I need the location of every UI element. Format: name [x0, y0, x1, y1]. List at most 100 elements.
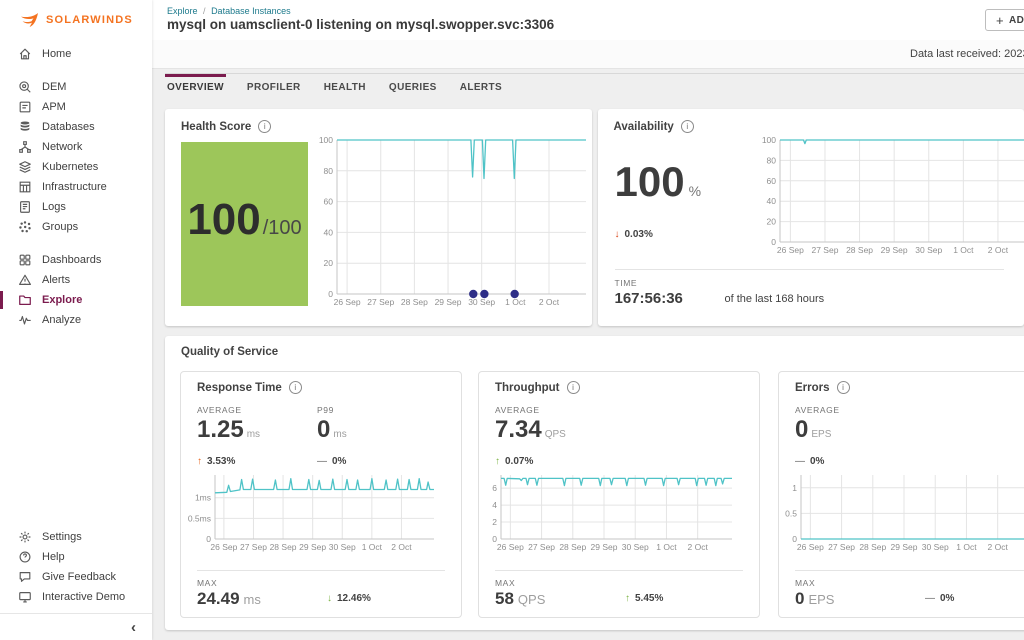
errors-max-change: — 0%	[925, 593, 954, 604]
add-data-button-label: ADD D	[1009, 15, 1024, 26]
response-time-card: Response Time i AVERAGE P99 1.25 ms 0 ms…	[180, 371, 462, 618]
svg-text:100: 100	[761, 135, 775, 145]
info-icon[interactable]: i	[258, 120, 271, 133]
sidebar-item-give-feedback[interactable]: Give Feedback	[0, 567, 152, 587]
sidebar-item-dem[interactable]: DEM	[0, 77, 152, 97]
sidebar-item-network[interactable]: Network	[0, 137, 152, 157]
sidebar-group-utility: Settings Help Give Feedback Interactive …	[0, 527, 152, 607]
info-icon[interactable]: i	[837, 381, 850, 394]
svg-text:27 Sep: 27 Sep	[811, 245, 838, 255]
tab-overview[interactable]: OVERVIEW	[165, 74, 226, 99]
info-icon[interactable]: i	[289, 381, 302, 394]
sidebar-item-help[interactable]: Help	[0, 547, 152, 567]
health-score-card: Health Score i 100 /100 02040608010026 S…	[165, 109, 592, 326]
svg-text:28 Sep: 28 Sep	[270, 542, 297, 552]
sidebar-item-dashboards[interactable]: Dashboards	[0, 250, 152, 270]
help-icon	[18, 550, 32, 564]
svg-text:26 Sep: 26 Sep	[497, 542, 524, 552]
down-arrow-icon: ↓	[327, 593, 332, 604]
add-data-button[interactable]: + ADD D	[985, 9, 1024, 31]
solarwinds-logo[interactable]: SOLARWINDS	[0, 0, 152, 40]
svg-text:28 Sep: 28 Sep	[846, 245, 873, 255]
monitor-icon	[18, 590, 32, 604]
sidebar-item-apm[interactable]: APM	[0, 97, 152, 117]
response-time-average-value: 1.25 ms	[197, 417, 260, 443]
divider	[495, 570, 743, 571]
errors-max-value: 0 EPS	[795, 589, 834, 609]
solarwinds-wordmark: SOLARWINDS	[46, 14, 133, 26]
breadcrumb-link-explore[interactable]: Explore	[167, 6, 198, 16]
svg-text:1ms: 1ms	[195, 493, 211, 503]
sidebar: SOLARWINDS Home DEM APM	[0, 0, 152, 640]
svg-text:6: 6	[492, 483, 497, 493]
gear-icon	[18, 530, 32, 544]
sidebar-item-alerts[interactable]: Alerts	[0, 270, 152, 290]
response-time-p99-value: 0 ms	[317, 417, 347, 443]
info-icon[interactable]: i	[567, 381, 580, 394]
sidebar-item-settings[interactable]: Settings	[0, 527, 152, 547]
svg-text:27 Sep: 27 Sep	[828, 542, 855, 552]
sidebar-item-label: Interactive Demo	[42, 591, 125, 603]
info-icon[interactable]: i	[681, 120, 694, 133]
health-score-badge: 100 /100	[181, 142, 308, 306]
errors-card: Errors i AVERAGE 0 EPS — 0% 00.5126 Sep2…	[778, 371, 1024, 618]
svg-text:0: 0	[771, 237, 776, 247]
response-time-p99-change: — 0%	[317, 456, 346, 467]
divider	[197, 570, 445, 571]
average-label: AVERAGE	[495, 405, 540, 415]
tab-profiler[interactable]: PROFILER	[245, 74, 303, 99]
tab-alerts[interactable]: ALERTS	[458, 74, 504, 99]
breadcrumb-link-database-instances[interactable]: Database Instances	[211, 6, 291, 16]
errors-average-value: 0 EPS	[795, 417, 831, 443]
time-label: TIME	[615, 278, 638, 288]
sidebar-item-kubernetes[interactable]: Kubernetes	[0, 157, 152, 177]
dem-icon	[18, 80, 32, 94]
average-label: AVERAGE	[795, 405, 840, 415]
database-icon	[18, 120, 32, 134]
sidebar-item-interactive-demo[interactable]: Interactive Demo	[0, 587, 152, 607]
svg-text:80: 80	[324, 166, 334, 176]
sidebar-item-label: Explore	[42, 294, 82, 306]
sidebar-group-monitoring: DEM APM Databases Network	[0, 77, 152, 237]
sidebar-item-label: DEM	[42, 81, 66, 93]
sidebar-group-views: Dashboards Alerts Explore Analyze	[0, 250, 152, 330]
analyze-pulse-icon	[18, 313, 32, 327]
svg-text:27 Sep: 27 Sep	[240, 542, 267, 552]
divider	[795, 570, 1024, 571]
svg-text:1 Oct: 1 Oct	[656, 542, 677, 552]
sidebar-item-label: Network	[42, 141, 82, 153]
sidebar-item-databases[interactable]: Databases	[0, 117, 152, 137]
sidebar-item-label: Home	[42, 48, 71, 60]
max-label: MAX	[495, 578, 515, 588]
sidebar-collapse-chevron-icon[interactable]: ‹	[131, 620, 136, 635]
errors-chart: 00.5126 Sep27 Sep28 Sep29 Sep30 Sep1 Oct…	[785, 470, 1024, 554]
tab-queries[interactable]: QUERIES	[387, 74, 439, 99]
availability-chart: 02040608010026 Sep27 Sep28 Sep29 Sep30 S…	[754, 135, 1024, 257]
sidebar-item-label: APM	[42, 101, 66, 113]
sidebar-item-explore[interactable]: Explore	[0, 290, 152, 310]
sidebar-item-infrastructure[interactable]: Infrastructure	[0, 177, 152, 197]
throughput-chart: 024626 Sep27 Sep28 Sep29 Sep30 Sep1 Oct2…	[485, 470, 735, 554]
up-arrow-icon: ↑	[625, 593, 630, 604]
sidebar-item-analyze[interactable]: Analyze	[0, 310, 152, 330]
sidebar-item-logs[interactable]: Logs	[0, 197, 152, 217]
average-label: AVERAGE	[197, 405, 242, 415]
svg-text:4: 4	[492, 500, 497, 510]
svg-text:28 Sep: 28 Sep	[859, 542, 886, 552]
max-label: MAX	[197, 578, 217, 588]
svg-text:1 Oct: 1 Oct	[505, 297, 526, 307]
infrastructure-icon	[18, 180, 32, 194]
sidebar-item-groups[interactable]: Groups	[0, 217, 152, 237]
svg-text:30 Sep: 30 Sep	[468, 297, 495, 307]
sidebar-footer: ‹	[0, 613, 152, 640]
sidebar-item-home[interactable]: Home	[0, 44, 152, 64]
health-score-chart: 02040608010026 Sep27 Sep28 Sep29 Sep30 S…	[311, 135, 589, 309]
tab-health[interactable]: HEALTH	[322, 74, 368, 99]
sidebar-item-label: Give Feedback	[42, 571, 116, 583]
svg-text:40: 40	[766, 196, 776, 206]
response-time-chart: 00.5ms1ms26 Sep27 Sep28 Sep29 Sep30 Sep1…	[187, 470, 437, 554]
sidebar-item-label: Kubernetes	[42, 161, 98, 173]
svg-text:2 Oct: 2 Oct	[539, 297, 560, 307]
feedback-bubble-icon	[18, 570, 32, 584]
svg-text:26 Sep: 26 Sep	[797, 542, 824, 552]
